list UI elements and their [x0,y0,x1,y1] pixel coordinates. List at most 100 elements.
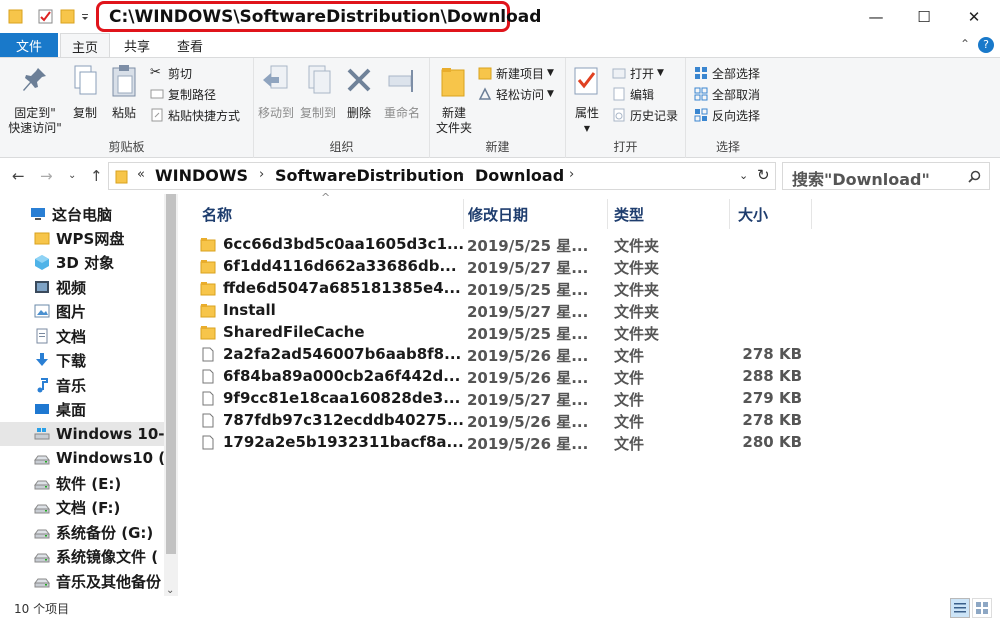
cut-button[interactable]: ✂ 剪切 [150,64,192,82]
nav-item[interactable]: Windows 10- [0,422,164,446]
chevron-up-icon[interactable]: ⌃ [960,37,970,51]
properties-check-icon[interactable] [38,7,54,25]
select-all-button[interactable]: 全部选择 [694,64,760,82]
delete-button[interactable]: 删除 [344,64,374,121]
properties-button[interactable]: 属性 ▼ [570,64,604,136]
copy-to-button[interactable]: 复制到 [298,64,338,121]
drive-icon [34,499,50,515]
copy-button[interactable]: 复制 [68,64,102,121]
column-header-name[interactable]: 名称 [194,199,464,229]
file-date: 2019/5/27 星... [467,391,589,409]
details-view-icon[interactable] [950,598,970,618]
rename-button[interactable]: 重命名 [382,64,422,121]
file-row[interactable]: 9f9cc81e18caa160828de3... 2019/5/27 星... 文… [200,388,820,410]
refresh-icon[interactable]: ↻ [757,166,770,184]
column-header-size[interactable]: 大小 [730,199,812,229]
nav-item[interactable]: Windows10 ( [0,446,164,470]
file-row[interactable]: Install 2019/5/27 星... 文件夹 [200,300,820,322]
file-date: 2019/5/25 星... [467,237,589,255]
file-row[interactable]: 2a2fa2ad546007b6aab8f8... 2019/5/26 星... 文… [200,344,820,366]
nav-item[interactable]: 视频 [0,275,164,299]
file-row[interactable]: 6cc66d3bd5c0aa1605d3c1... 2019/5/25 星... 文… [200,234,820,256]
tab-view[interactable]: 查看 [164,33,216,57]
tab-home[interactable]: 主页 [60,33,110,58]
file-size: 279 KB [742,389,802,407]
pin-quick-access-button[interactable]: 固定到" 快速访问" [6,64,64,136]
nav-item[interactable]: 这台电脑 [0,202,164,226]
nav-item[interactable]: 系统镜像文件 ( [0,544,164,568]
file-row[interactable]: 787fdb97c312ecddb40275... 2019/5/26 星... 文… [200,410,820,432]
easy-access-button[interactable]: 轻松访问 ▼ [478,85,554,103]
recent-chevron-icon[interactable]: ⌄ [68,170,76,181]
file-row[interactable]: SharedFileCache 2019/5/25 星... 文件夹 [200,322,820,344]
invert-selection-button[interactable]: 反向选择 [694,106,760,124]
customize-toolbar-icon[interactable] [80,7,90,25]
crumb-windows[interactable]: WINDOWS [155,166,248,185]
file-type: 文件 [614,413,645,431]
forward-arrow-icon[interactable]: → [40,167,53,185]
new-item-button[interactable]: 新建项目 ▼ [478,64,554,82]
nav-item[interactable]: 3D 对象 [0,250,164,274]
address-bar[interactable]: « WINDOWS › SoftwareDistribution › Downl… [108,162,776,190]
file-size: 280 KB [742,433,802,451]
nav-item[interactable]: WPS网盘 [0,226,164,250]
nav-item[interactable]: 音乐 [0,373,164,397]
tab-share[interactable]: 共享 [112,33,162,57]
new-folder-quick-icon[interactable] [60,7,76,25]
nav-item[interactable]: 文档 [0,324,164,348]
nav-item-label: 系统备份 (G:) [56,523,154,542]
crumb-softwaredistribution[interactable]: SoftwareDistribution [275,166,464,185]
file-date: 2019/5/26 星... [467,435,589,453]
crumb-separator-icon[interactable]: › [459,167,464,182]
nav-item[interactable]: 下载 [0,348,164,372]
up-arrow-icon[interactable]: ↑ [90,167,103,185]
select-none-icon [694,87,708,101]
invert-selection-icon [694,108,708,122]
nav-item[interactable]: 系统备份 (G:) [0,520,164,544]
edit-button[interactable]: 编辑 [612,85,654,103]
organize-group: 移动到 复制到 删除 重命名 组织 [254,58,430,158]
paste-button[interactable]: 粘贴 [106,64,142,121]
nav-item[interactable]: 图片 [0,299,164,323]
nav-scrollbar-thumb[interactable] [166,194,176,554]
file-row[interactable]: 1792a2e5b1932311bacf8a... 2019/5/26 星... 文… [200,432,820,454]
nav-item-label: 音乐及其他备份 [56,572,162,591]
large-icons-view-icon[interactable] [972,598,992,618]
tab-file[interactable]: 文件 [0,33,58,57]
help-icon[interactable]: ? [978,37,994,53]
minimize-button[interactable]: — [852,0,900,33]
nav-scrollbar[interactable]: ⌄ [164,194,178,596]
nav-item[interactable]: 音乐及其他备份 [0,569,164,593]
column-header-type[interactable]: 类型 [606,199,730,229]
copy-path-button[interactable]: 复制路径 [150,85,216,103]
nav-item[interactable]: 文档 (F:) [0,495,164,519]
paste-shortcut-button[interactable]: 粘贴快捷方式 [150,106,240,124]
column-header-date[interactable]: 修改日期 [460,199,608,229]
select-none-button[interactable]: 全部取消 [694,85,760,103]
address-row: ← → ⌄ ↑ « WINDOWS › SoftwareDistribution… [0,158,1000,194]
search-box[interactable]: 搜索"Download" [782,162,990,190]
nav-item[interactable]: 软件 (E:) [0,471,164,495]
close-button[interactable]: ✕ [948,0,1000,33]
clipboard-group: 固定到" 快速访问" 复制 粘贴 ✂ 剪切 复制路径 粘贴快捷方式 剪贴板 [0,58,254,158]
file-row[interactable]: ffde6d5047a685181385e4... 2019/5/25 星... 文… [200,278,820,300]
file-row[interactable]: 6f84ba89a000cb2a6f442d... 2019/5/26 星... 文… [200,366,820,388]
maximize-button[interactable]: ☐ [900,0,948,33]
file-row[interactable]: 6f1dd4116d662a33686db... 2019/5/27 星... 文件… [200,256,820,278]
crumb-separator-icon[interactable]: › [259,167,264,182]
crumb-download[interactable]: Download [475,166,564,185]
move-to-button[interactable]: 移动到 [256,64,296,121]
search-icon[interactable] [968,170,981,183]
file-type: 文件夹 [614,237,660,255]
drive-icon [34,475,50,491]
back-arrow-icon[interactable]: ← [12,167,25,185]
cube-icon [34,254,50,270]
scroll-down-icon[interactable]: ⌄ [166,585,174,596]
nav-item[interactable]: 桌面 [0,397,164,421]
open-button[interactable]: 打开 ▼ [612,64,664,82]
address-dropdown-icon[interactable]: ⌄ [739,169,748,182]
history-button[interactable]: 历史记录 [612,106,678,124]
new-folder-button[interactable]: 新建 文件夹 [434,64,474,136]
crumb-separator-icon[interactable]: › [569,167,574,182]
overflow-crumb[interactable]: « [137,167,145,182]
